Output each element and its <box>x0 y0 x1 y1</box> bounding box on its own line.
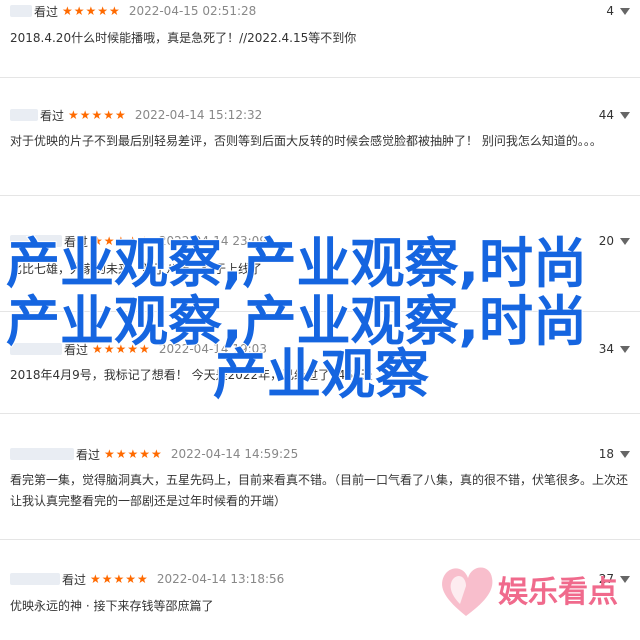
review-item: 看过 ★★★★★ 2022-04-14 15:12:32 44 对于优映的片子不… <box>0 104 640 196</box>
vote-number: 34 <box>598 342 614 356</box>
vote-down-arrow-icon[interactable] <box>620 111 630 119</box>
username-placeholder[interactable] <box>10 235 62 247</box>
review-item: 看过 ★★★★★ 2022-04-14 19:03 34 2018年4月9号，我… <box>0 338 640 414</box>
watch-status: 看过 <box>64 342 89 357</box>
review-meta: 看过 ★★★★★ 2022-04-14 13:18:56 <box>10 568 284 590</box>
star-rating: ★★★★★ <box>62 4 121 18</box>
brand-logo: 娱乐看点 <box>442 567 618 616</box>
vote-number: 4 <box>606 4 614 18</box>
username-placeholder[interactable] <box>10 448 74 460</box>
watch-status: 看过 <box>34 4 59 19</box>
review-text: 2018.4.20什么时候能播哦，真是急死了！//2022.4.15等不到你 <box>10 31 357 45</box>
review-time: 2022-04-14 14:59:25 <box>170 447 299 461</box>
watch-status: 看过 <box>76 447 101 462</box>
star-rating: ★★★★★ <box>92 342 151 356</box>
vote-number: 44 <box>598 108 614 122</box>
review-time: 2022-04-14 15:12:32 <box>134 108 263 122</box>
vote-count[interactable]: 44 <box>599 104 630 126</box>
vote-number: 18 <box>598 447 614 461</box>
vote-count[interactable]: 34 <box>599 338 630 360</box>
review-time: 2022-04-14 13:18:56 <box>156 572 285 586</box>
review-item: 看过 ★★★★★ 2022-04-15 02:51:28 4 2018.4.20… <box>0 0 640 78</box>
star-rating: ★★★★★ <box>68 108 127 122</box>
review-time: 2022-04-14 19:03 <box>158 342 267 356</box>
star-rating: ★★★★★ <box>92 234 151 248</box>
username-placeholder[interactable] <box>10 109 38 121</box>
username-placeholder[interactable] <box>10 573 60 585</box>
username-placeholder[interactable] <box>10 5 32 17</box>
review-meta: 看过 ★★★★★ 2022-04-14 19:03 <box>10 338 267 360</box>
review-meta: 看过 ★★★★★ 2022-04-15 02:51:28 <box>10 0 256 22</box>
review-meta: 看过 ★★★★★ 2022-04-14 23:09 <box>10 230 267 252</box>
review-list: 看过 ★★★★★ 2022-04-15 02:51:28 4 2018.4.20… <box>0 0 640 621</box>
vote-down-arrow-icon[interactable] <box>620 450 630 458</box>
review-text: 比比七雄，大家的未来，等了八年，终于上线了 <box>10 262 263 276</box>
vote-count[interactable]: 18 <box>599 443 630 465</box>
watch-status: 看过 <box>62 572 87 587</box>
vote-count[interactable]: 4 <box>606 0 630 22</box>
vote-down-arrow-icon[interactable] <box>620 7 630 15</box>
review-meta: 看过 ★★★★★ 2022-04-14 15:12:32 <box>10 104 262 126</box>
review-text: 2018年4月9号，我标记了想看！ 今天是2022年，已经过了1466天 <box>10 368 373 382</box>
username-placeholder[interactable] <box>10 343 62 355</box>
review-meta: 看过 ★★★★★ 2022-04-14 14:59:25 <box>10 443 298 465</box>
watch-status: 看过 <box>40 108 65 123</box>
vote-down-arrow-icon[interactable] <box>620 345 630 353</box>
vote-down-arrow-icon[interactable] <box>620 237 630 245</box>
watch-status: 看过 <box>64 234 89 249</box>
review-text: 对于优映的片子不到最后别轻易差评，否则等到后面大反转的时候会感觉脸都被抽肿了！ … <box>10 134 602 148</box>
review-time: 2022-04-14 23:09 <box>158 234 267 248</box>
review-time: 2022-04-15 02:51:28 <box>128 4 257 18</box>
vote-number: 20 <box>598 234 614 248</box>
vote-count[interactable]: 20 <box>599 230 630 252</box>
star-rating: ★★★★★ <box>104 447 163 461</box>
star-rating: ★★★★★ <box>90 572 149 586</box>
review-item: 看过 ★★★★★ 2022-04-14 23:09 20 比比七雄，大家的未来，… <box>0 230 640 312</box>
logo-text: 娱乐看点 <box>498 575 618 610</box>
review-item: 看过 ★★★★★ 2022-04-14 14:59:25 18 看完第一集，觉得… <box>0 443 640 540</box>
heart-logo-icon <box>442 567 493 616</box>
review-text: 看完第一集，觉得脑洞真大，五星先码上，目前来看真不错。（目前一口气看了八集，真的… <box>10 473 629 508</box>
